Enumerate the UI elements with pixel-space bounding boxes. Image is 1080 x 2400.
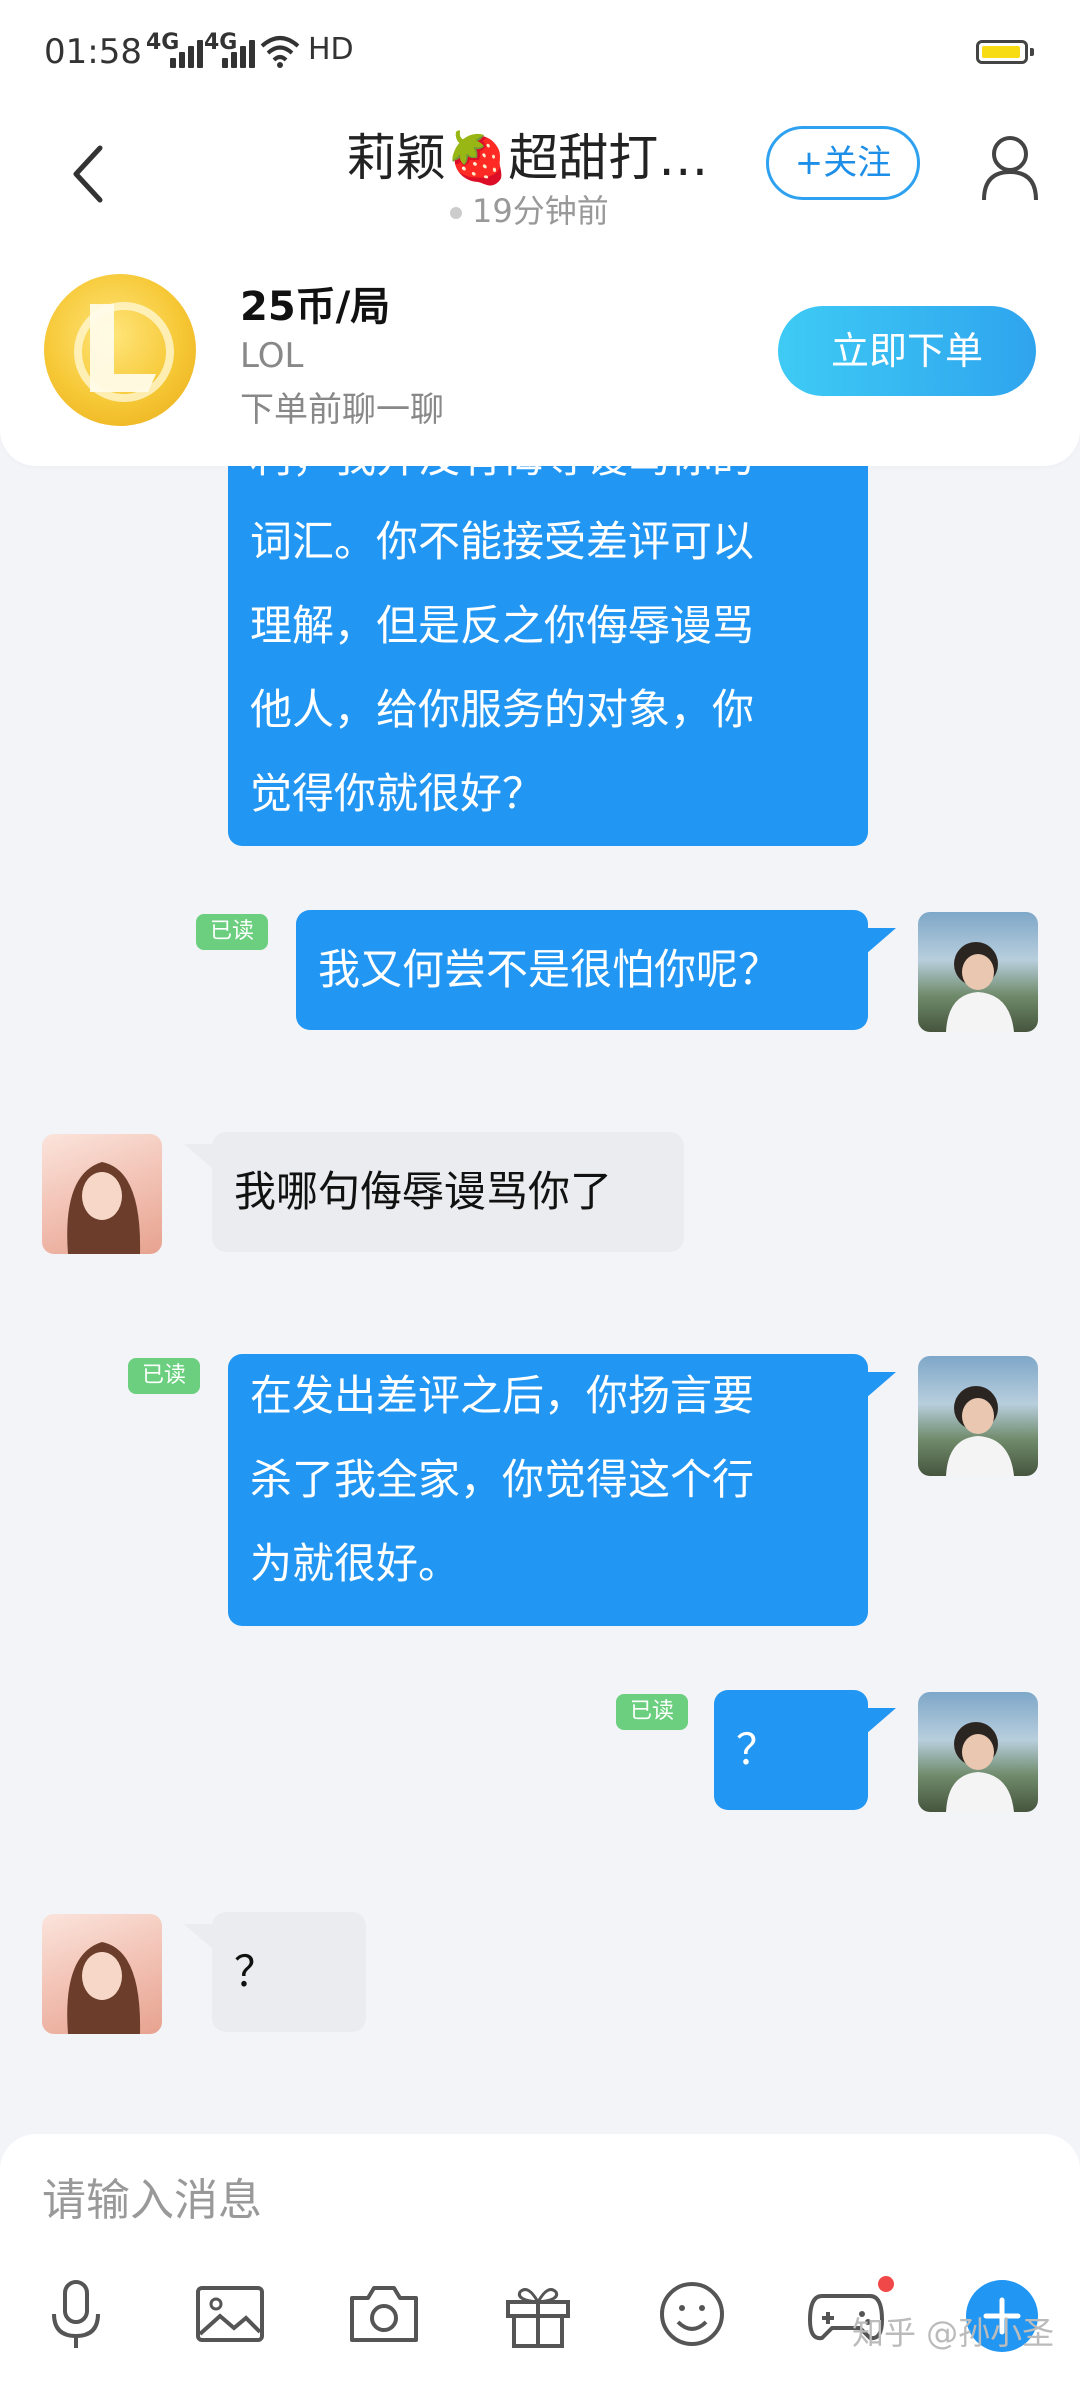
microphone-icon[interactable] xyxy=(36,2274,116,2354)
message-line: 觉得你就很好？ xyxy=(250,769,545,818)
bubble-tail xyxy=(184,1924,214,1950)
profile-icon[interactable] xyxy=(980,132,1040,204)
bubble-tail xyxy=(866,928,896,954)
message-line: 杀了我全家，你觉得这个行 xyxy=(250,1455,755,1504)
message-line: 他人，给你服务的对象，你 xyxy=(250,685,755,734)
read-badge: 已读 xyxy=(616,1694,689,1730)
bubble-tail xyxy=(184,1144,214,1170)
status-time: 01:58 xyxy=(44,32,142,72)
back-icon[interactable] xyxy=(60,134,120,214)
other-avatar[interactable] xyxy=(42,1914,162,2034)
watermark: 知乎 @孙小圣 xyxy=(852,2314,1055,2352)
follow-button[interactable]: +关注 xyxy=(766,126,920,200)
message-line: 理解，但是反之你侮辱谩骂 xyxy=(250,601,755,650)
message-line: 在发出差评之后，你扬言要 xyxy=(250,1371,755,1420)
price-label: 25币/局 xyxy=(240,284,391,330)
my-avatar[interactable] xyxy=(918,1356,1038,1476)
image-icon[interactable] xyxy=(190,2274,270,2354)
other-avatar[interactable] xyxy=(42,1134,162,1254)
message-bubble-mine[interactable]: ？ xyxy=(714,1690,868,1810)
chat-header: 莉颖🍓超甜打… 19分钟前 +关注 xyxy=(0,104,1080,244)
input-bar: 知乎 @孙小圣 xyxy=(0,2134,1080,2400)
camera-icon[interactable] xyxy=(344,2274,424,2354)
online-status-dot xyxy=(450,207,462,219)
my-avatar[interactable] xyxy=(918,912,1038,1032)
message-line: 为就很好。 xyxy=(250,1539,461,1588)
read-badge: 已读 xyxy=(128,1358,201,1394)
wifi-icon xyxy=(260,36,300,68)
game-name: LOL xyxy=(240,336,304,376)
chat-title: 莉颖🍓超甜打… xyxy=(346,129,709,187)
message-bubble-mine[interactable]: 在发出差评之后，你扬言要 杀了我全家，你觉得这个行 为就很好。 xyxy=(228,1354,868,1626)
bubble-tail xyxy=(866,1372,896,1398)
order-card: 25币/局 LOL 下单前聊一聊 立即下单 xyxy=(0,244,1080,466)
hd-indicator: HD xyxy=(308,32,354,67)
battery-icon xyxy=(976,40,1034,64)
bubble-tail xyxy=(866,1708,896,1734)
message-input[interactable] xyxy=(40,2164,1044,2236)
emoji-icon[interactable] xyxy=(652,2274,732,2354)
last-seen: 19分钟前 xyxy=(450,186,609,232)
order-now-button[interactable]: 立即下单 xyxy=(778,306,1036,396)
message-bubble-other[interactable]: 我哪句侮辱谩骂你了 xyxy=(212,1132,684,1252)
my-avatar[interactable] xyxy=(918,1692,1038,1812)
status-bar: 01:58 4G 4G HD xyxy=(0,0,1080,104)
gift-icon[interactable] xyxy=(498,2274,578,2354)
message-bubble-mine[interactable]: 我又何尝不是很怕你呢？ xyxy=(296,910,868,1030)
message-line: 词汇。你不能接受差评可以 xyxy=(250,517,755,566)
message-bubble-other[interactable]: ？ xyxy=(212,1912,366,2032)
last-seen-text: 19分钟前 xyxy=(472,192,609,230)
read-badge: 已读 xyxy=(196,914,269,950)
message-bubble-mine[interactable]: 利，我并没有侮辱谩骂你的 词汇。你不能接受差评可以 理解，但是反之你侮辱谩骂 他… xyxy=(228,424,868,846)
order-hint: 下单前聊一聊 xyxy=(240,390,444,430)
lol-logo xyxy=(44,274,196,426)
notification-dot xyxy=(878,2276,894,2292)
